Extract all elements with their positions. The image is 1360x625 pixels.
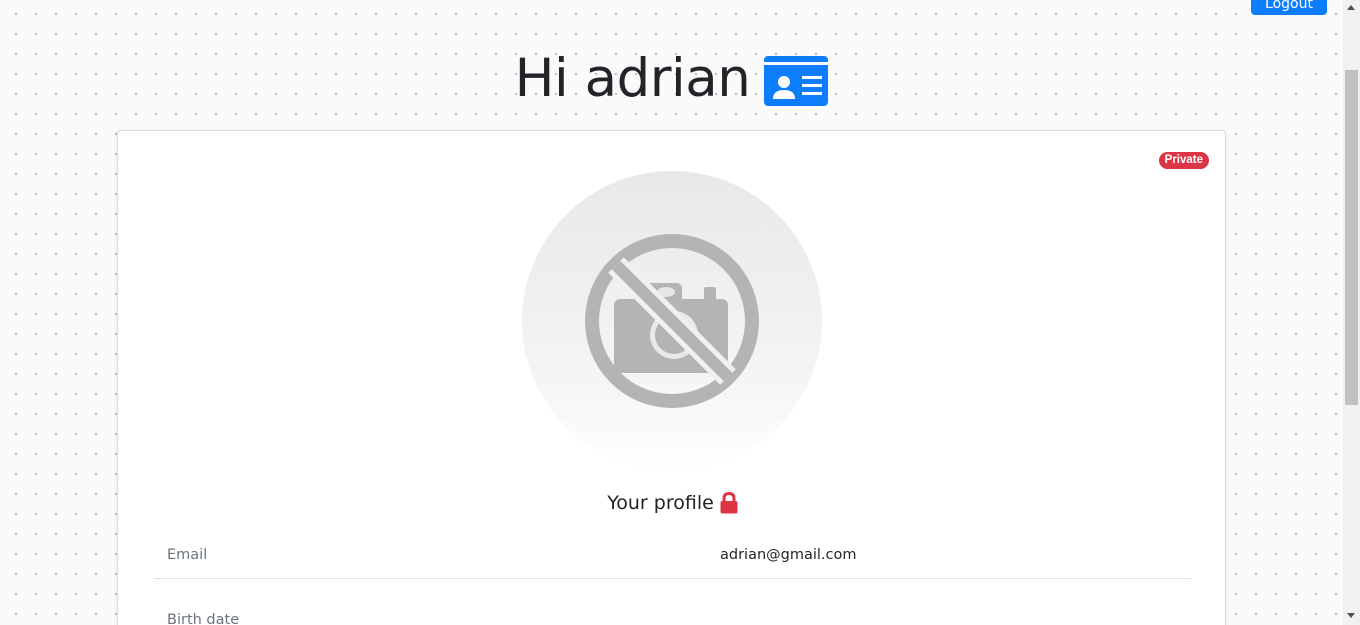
- scroll-down-arrow-icon[interactable]: [1347, 613, 1355, 618]
- greeting-text: Hi adrian: [514, 48, 751, 109]
- email-label: Email: [167, 546, 208, 563]
- scroll-up-arrow-icon[interactable]: [1347, 5, 1355, 10]
- email-value: adrian@gmail.com: [720, 546, 857, 563]
- no-photo-icon: [585, 234, 759, 408]
- birth-date-label: Birth date: [167, 612, 240, 625]
- profile-card: Private Your profile Email adrian@gmail.…: [117, 130, 1226, 625]
- page-title: Hi adrian: [0, 47, 1343, 111]
- id-card-icon: [764, 56, 829, 106]
- scrollbar-thumb[interactable]: [1345, 70, 1358, 405]
- profile-heading: Your profile: [118, 488, 1227, 518]
- lock-icon: [720, 492, 738, 514]
- profile-heading-text: Your profile: [607, 492, 714, 514]
- birth-date-row: Birth date: [154, 596, 1191, 625]
- private-badge: Private: [1158, 152, 1209, 169]
- email-row: Email adrian@gmail.com: [154, 531, 1191, 579]
- avatar: [522, 171, 822, 471]
- logout-button[interactable]: Logout: [1251, 0, 1327, 15]
